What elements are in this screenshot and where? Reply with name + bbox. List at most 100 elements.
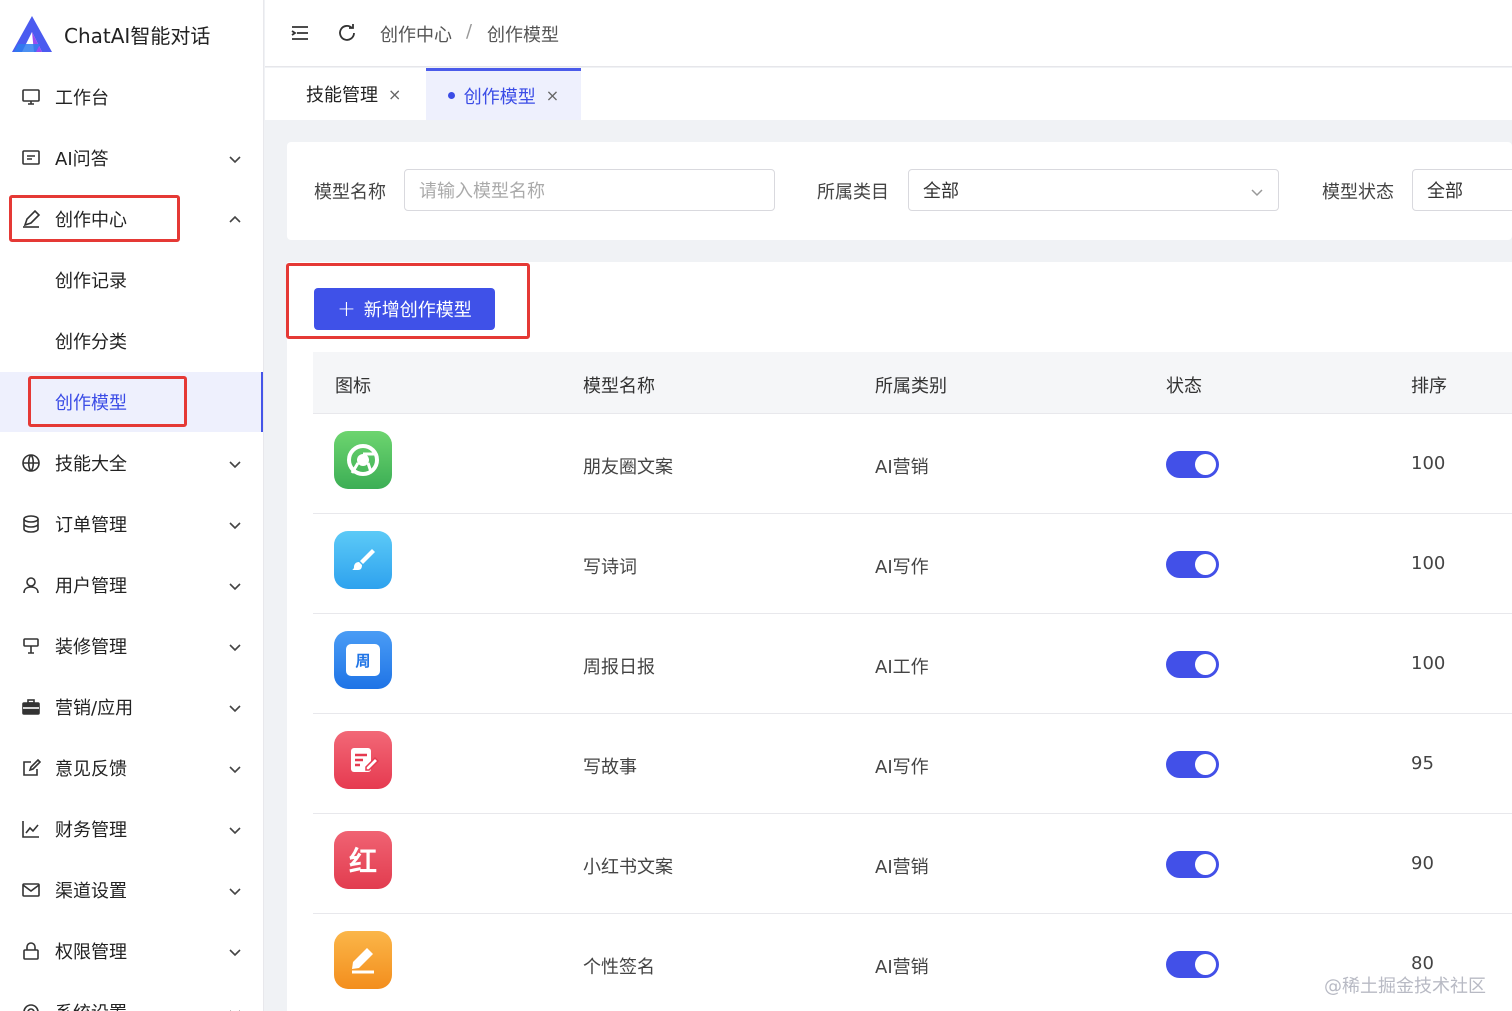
sidebar-item-label: AI问答 xyxy=(55,149,109,170)
sidebar-item-label: 装修管理 xyxy=(55,637,127,658)
tab-label: 技能管理 xyxy=(306,85,378,106)
breadcrumb-current: 创作模型 xyxy=(487,25,559,46)
model-category: AI营销 xyxy=(875,957,929,978)
add-button-label: 新增创作模型 xyxy=(363,300,472,321)
sidebar: ChatAI智能对话 工作台 AI问答 创作中心 创作记录 创作分类 创作模型 xyxy=(0,0,264,1011)
top-header: 创作中心 / 创作模型 xyxy=(265,0,1512,67)
sidebar-item-label: 营销/应用 xyxy=(55,698,134,719)
feedback-icon xyxy=(20,757,42,779)
sidebar-item-skills[interactable]: 技能大全 xyxy=(0,440,263,486)
sidebar-item-label: 权限管理 xyxy=(55,942,127,963)
model-name: 写诗词 xyxy=(583,557,637,578)
xiaohongshu-glyph: 红 xyxy=(348,845,377,878)
model-sort: 100 xyxy=(1411,553,1446,574)
chrome-icon xyxy=(334,431,392,489)
sidebar-item-label: 工作台 xyxy=(55,88,109,109)
close-icon[interactable]: × xyxy=(546,86,559,105)
sidebar-item-label: 系统设置 xyxy=(55,999,127,1011)
sidebar-item-feedback[interactable]: 意见反馈 xyxy=(0,745,263,791)
calendar-icon: 周 xyxy=(334,631,392,689)
sidebar-item-channels[interactable]: 渠道设置 xyxy=(0,867,263,913)
sidebar-item-decoration[interactable]: 装修管理 xyxy=(0,623,263,669)
model-sort: 80 xyxy=(1411,953,1434,974)
pen-icon xyxy=(334,931,392,989)
close-icon[interactable]: × xyxy=(388,85,401,104)
chevron-down-icon xyxy=(228,883,242,897)
sidebar-item-label: 技能大全 xyxy=(55,454,127,475)
column-header-category: 所属类别 xyxy=(875,376,947,397)
sidebar-subitem-categories[interactable]: 创作分类 xyxy=(0,311,263,371)
sidebar-subitem-models[interactable]: 创作模型 xyxy=(0,372,263,432)
toggle-knob xyxy=(1195,654,1216,675)
toggle-knob xyxy=(1195,554,1216,575)
add-model-button[interactable]: + 新增创作模型 xyxy=(314,288,495,330)
sidebar-item-users[interactable]: 用户管理 xyxy=(0,562,263,608)
brush-icon xyxy=(20,635,42,657)
select-value: 全部 xyxy=(1427,181,1463,202)
sidebar-subitem-label: 创作记录 xyxy=(55,271,127,292)
chevron-down-icon xyxy=(228,761,242,775)
sidebar-item-label: 创作中心 xyxy=(55,210,127,231)
plus-icon: + xyxy=(337,296,356,322)
edit-pen-icon xyxy=(20,208,42,230)
refresh-icon[interactable] xyxy=(336,22,360,46)
brush-icon xyxy=(334,531,392,589)
model-category: AI营销 xyxy=(875,457,929,478)
sidebar-item-finance[interactable]: 财务管理 xyxy=(0,806,263,852)
chevron-down-icon xyxy=(228,700,242,714)
watermark: @稀土掘金技术社区 xyxy=(1324,976,1486,997)
sidebar-item-ai-qa[interactable]: AI问答 xyxy=(0,135,263,181)
lock-icon xyxy=(20,940,42,962)
model-sort: 90 xyxy=(1411,853,1434,874)
category-select[interactable]: 全部 xyxy=(908,169,1279,211)
status-toggle[interactable] xyxy=(1166,451,1219,478)
table-row: 红 小红书文案 AI营销 90 xyxy=(313,814,1512,914)
monitor-icon xyxy=(20,86,42,108)
model-category: AI营销 xyxy=(875,857,929,878)
status-toggle[interactable] xyxy=(1166,551,1219,578)
toggle-knob xyxy=(1195,454,1216,475)
select-value: 全部 xyxy=(923,181,959,202)
sidebar-subitem-label: 创作模型 xyxy=(55,393,127,414)
model-name-label: 模型名称 xyxy=(314,182,386,203)
status-toggle[interactable] xyxy=(1166,951,1219,978)
globe-icon xyxy=(20,452,42,474)
status-select[interactable]: 全部 xyxy=(1412,169,1512,211)
sidebar-item-label: 订单管理 xyxy=(55,515,127,536)
status-toggle[interactable] xyxy=(1166,751,1219,778)
sidebar-item-settings[interactable]: 系统设置 xyxy=(0,989,263,1011)
tab-creation-models[interactable]: 创作模型 × xyxy=(426,68,581,120)
xiaohongshu-icon: 红 xyxy=(334,831,392,889)
column-header-name: 模型名称 xyxy=(583,376,655,397)
model-category: AI写作 xyxy=(875,557,929,578)
model-name-input[interactable]: 请输入模型名称 xyxy=(404,169,775,211)
note-edit-icon xyxy=(334,731,392,789)
category-label: 所属类目 xyxy=(817,182,889,203)
chevron-down-icon xyxy=(228,517,242,531)
table-row: 写诗词 AI写作 100 xyxy=(313,514,1512,614)
sidebar-item-permissions[interactable]: 权限管理 xyxy=(0,928,263,974)
sidebar-subitem-records[interactable]: 创作记录 xyxy=(0,250,263,310)
content-panel: + 新增创作模型 图标 模型名称 所属类别 状态 排序 朋友圈文案 AI营销 1… xyxy=(286,262,1512,1011)
status-toggle[interactable] xyxy=(1166,651,1219,678)
chevron-down-icon xyxy=(228,639,242,653)
model-name: 个性签名 xyxy=(583,957,655,978)
tab-skill-management[interactable]: 技能管理 × xyxy=(306,68,401,120)
sidebar-item-marketing[interactable]: 营销/应用 xyxy=(0,684,263,730)
sidebar-item-orders[interactable]: 订单管理 xyxy=(0,501,263,547)
breadcrumb-item[interactable]: 创作中心 xyxy=(380,21,452,47)
chevron-down-icon xyxy=(1250,183,1264,197)
status-toggle[interactable] xyxy=(1166,851,1219,878)
chevron-down-icon xyxy=(228,944,242,958)
user-icon xyxy=(20,574,42,596)
tab-label: 创作模型 xyxy=(463,86,536,108)
settings-icon xyxy=(20,1001,42,1011)
sidebar-item-label: 财务管理 xyxy=(55,820,127,841)
model-name: 小红书文案 xyxy=(583,857,673,878)
sidebar-item-creation-center[interactable]: 创作中心 xyxy=(0,196,263,242)
sidebar-item-label: 渠道设置 xyxy=(55,881,127,902)
database-icon xyxy=(20,513,42,535)
sidebar-item-workbench[interactable]: 工作台 xyxy=(0,74,263,120)
collapse-menu-icon[interactable] xyxy=(289,22,313,46)
logo[interactable]: ChatAI智能对话 xyxy=(10,12,210,56)
